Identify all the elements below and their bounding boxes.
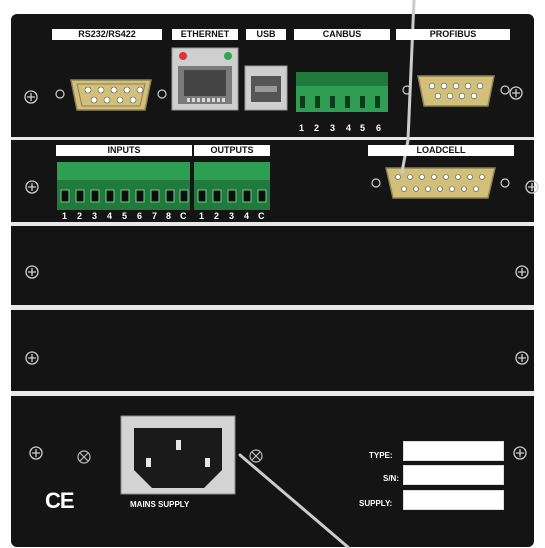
panel-divider-3: [11, 305, 534, 310]
input-pin-number: 1: [62, 211, 68, 221]
output-pin-number: 2: [214, 211, 220, 221]
input-pin-number: 5: [122, 211, 128, 221]
canbus-pin-number: 6: [376, 123, 382, 133]
input-pin-number: 6: [137, 211, 143, 221]
canbus-terminal-block: [296, 72, 388, 112]
canbus-pin-number: 4: [346, 123, 352, 133]
usb-port-icon: [244, 65, 288, 111]
canbus-pin-number: 3: [330, 123, 336, 133]
panel-divider-4: [11, 391, 534, 396]
input-pin-number: 4: [107, 211, 113, 221]
rs232-label: RS232/RS422: [52, 29, 162, 40]
inputs-label: INPUTS: [56, 145, 192, 156]
ce-mark-icon: CE: [45, 488, 75, 513]
dsub-connector-icon: [371, 167, 510, 199]
usb-label: USB: [246, 29, 286, 40]
serial-number-field-label: S/N:: [383, 474, 399, 483]
ethernet-label: ETHERNET: [172, 29, 238, 40]
input-pin-number: 3: [92, 211, 98, 221]
panel-divider-1: [11, 137, 534, 140]
panel-divider-2: [11, 222, 534, 226]
supply-field: [403, 490, 504, 510]
input-pin-number: C: [180, 211, 187, 221]
input-pin-number: 7: [152, 211, 158, 221]
output-pin-number: 4: [244, 211, 250, 221]
type-field-label: TYPE:: [369, 451, 393, 460]
type-field: [403, 441, 504, 461]
mains-supply-label: MAINS SUPPLY: [130, 500, 190, 509]
input-pin-number: 8: [166, 211, 172, 221]
output-pin-number: 3: [229, 211, 235, 221]
inputs-terminal-block: [57, 162, 190, 210]
iec-socket-icon: [120, 415, 236, 495]
canbus-label: CANBUS: [294, 29, 390, 40]
canbus-pin-number: 5: [360, 123, 366, 133]
canbus-pin-number: 1: [299, 123, 305, 133]
rear-panel-diagram: RS232/RS422 ETHERNET USB CANBUS PROFIBUS…: [0, 0, 545, 548]
outputs-terminal-block: [194, 162, 270, 210]
supply-field-label: SUPPLY:: [359, 499, 393, 508]
rj45-jack-icon: [171, 47, 239, 111]
outputs-label: OUTPUTS: [194, 145, 270, 156]
canbus-pin-number: 2: [314, 123, 320, 133]
output-pin-number: C: [258, 211, 265, 221]
serial-number-field: [403, 465, 504, 485]
input-pin-number: 2: [77, 211, 83, 221]
loadcell-label: LOADCELL: [368, 145, 514, 156]
output-pin-number: 1: [199, 211, 205, 221]
profibus-label: PROFIBUS: [396, 29, 510, 40]
